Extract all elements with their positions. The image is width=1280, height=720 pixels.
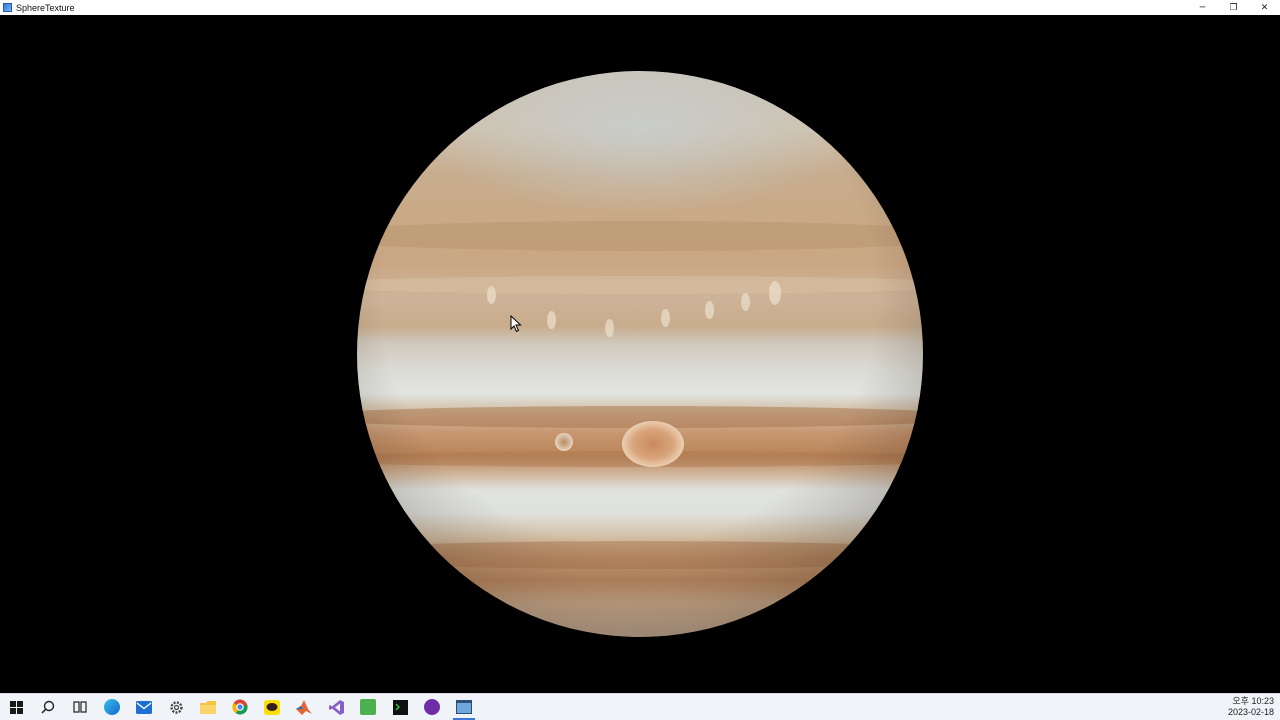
- restore-button[interactable]: ❐: [1218, 0, 1249, 15]
- textured-sphere: [357, 71, 923, 637]
- taskbar-file-explorer[interactable]: [192, 694, 224, 720]
- matlab-icon: [296, 699, 312, 715]
- window-controls: ─ ❐ ✕: [1187, 0, 1280, 15]
- chat-bubble-icon: [264, 699, 280, 715]
- minimize-button[interactable]: ─: [1187, 0, 1218, 15]
- taskbar-edge[interactable]: [96, 694, 128, 720]
- render-viewport[interactable]: [0, 15, 1280, 693]
- visual-studio-icon: [328, 699, 344, 715]
- purple-circle-icon: [424, 699, 440, 715]
- folder-icon: [200, 700, 216, 714]
- windows-start-icon: [9, 700, 23, 714]
- start-button[interactable]: [0, 694, 32, 720]
- taskbar-visual-studio[interactable]: [320, 694, 352, 720]
- chrome-icon: [232, 699, 248, 715]
- window-app-icon: [456, 700, 472, 714]
- mail-icon: [136, 700, 152, 714]
- mouse-cursor-icon: [510, 315, 522, 333]
- app-icon: [3, 3, 12, 12]
- sphere-shading: [357, 71, 923, 637]
- taskbar-matlab[interactable]: [288, 694, 320, 720]
- task-view-icon: [73, 701, 87, 713]
- window-title: SphereTexture: [16, 2, 75, 13]
- taskbar-chrome[interactable]: [224, 694, 256, 720]
- clock-date: 2023-02-18: [1227, 707, 1274, 717]
- taskbar-green-app[interactable]: [352, 694, 384, 720]
- edge-browser-icon: [104, 699, 120, 715]
- title-bar[interactable]: SphereTexture ─ ❐ ✕: [0, 0, 1280, 15]
- taskbar-sphere-texture[interactable]: [448, 694, 480, 720]
- system-clock[interactable]: 오후 10:23 2023-02-18: [1228, 694, 1274, 720]
- search-icon: [41, 700, 55, 714]
- clock-time: 오후 10:23: [1232, 696, 1274, 706]
- task-view-button[interactable]: [64, 694, 96, 720]
- gear-icon: [169, 700, 183, 714]
- taskbar: 오후 10:23 2023-02-18: [0, 693, 1280, 720]
- green-app-icon: [360, 699, 376, 715]
- search-button[interactable]: [32, 694, 64, 720]
- taskbar-kakaotalk[interactable]: [256, 694, 288, 720]
- taskbar-settings[interactable]: [160, 694, 192, 720]
- close-button[interactable]: ✕: [1249, 0, 1280, 15]
- taskbar-terminal[interactable]: [384, 694, 416, 720]
- taskbar-purple-app[interactable]: [416, 694, 448, 720]
- taskbar-mail[interactable]: [128, 694, 160, 720]
- terminal-icon: [392, 699, 408, 715]
